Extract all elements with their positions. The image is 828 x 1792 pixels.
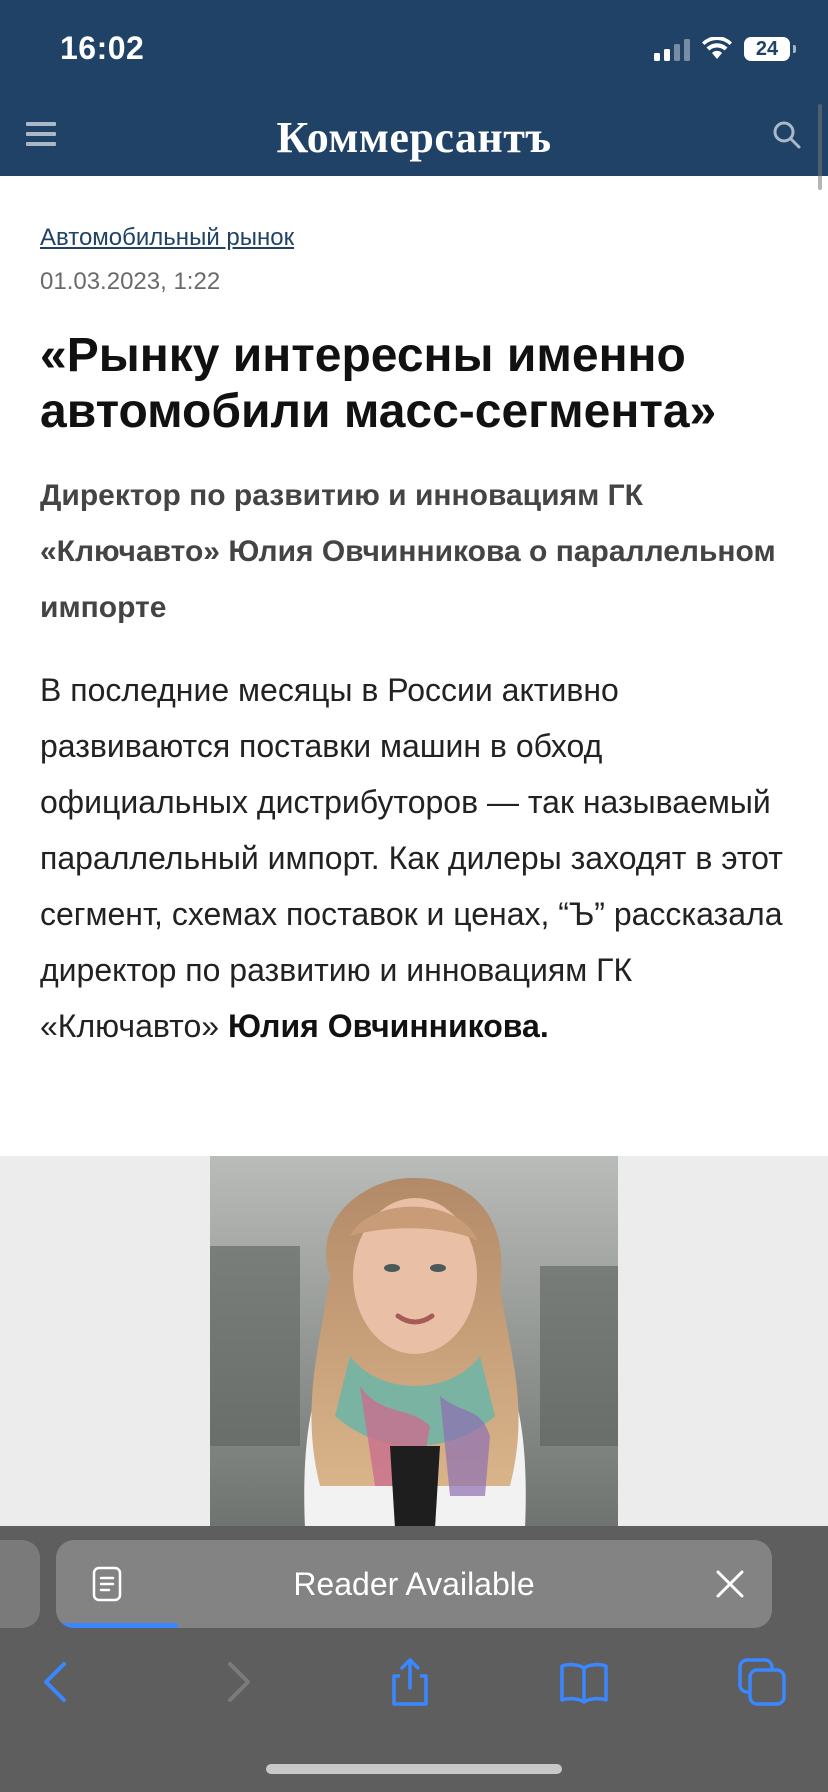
article: Автомобильный рынок 01.03.2023, 1:22 «Ры… <box>40 224 800 1054</box>
reader-available-bar[interactable]: Reader Available <box>56 1540 772 1628</box>
page-load-progress <box>56 1623 178 1628</box>
back-icon[interactable] <box>32 1656 84 1708</box>
close-icon[interactable] <box>714 1568 746 1600</box>
article-photo[interactable] <box>210 1156 618 1528</box>
reader-available-label[interactable]: Reader Available <box>56 1566 772 1603</box>
tabs-icon[interactable] <box>736 1656 788 1708</box>
scroll-indicator <box>818 104 822 190</box>
site-logo[interactable]: Коммерсантъ <box>0 112 828 163</box>
portrait-illustration <box>210 1156 618 1528</box>
article-body: В последние месяцы в России активно разв… <box>40 662 800 1054</box>
publish-date: 01.03.2023, 1:22 <box>40 268 221 295</box>
home-indicator[interactable] <box>266 1764 562 1774</box>
article-body-text: В последние месяцы в России активно разв… <box>40 672 783 1044</box>
status-time: 16:02 <box>60 30 145 66</box>
share-icon[interactable] <box>384 1656 436 1708</box>
site-header: 16:02 24 Коммерсантъ <box>0 0 828 176</box>
cellular-signal-icon <box>654 37 690 61</box>
wifi-icon <box>702 37 732 59</box>
previous-tab-pill[interactable] <box>0 1540 40 1628</box>
category-link[interactable]: Автомобильный рынок <box>40 224 294 252</box>
search-icon[interactable] <box>772 120 802 150</box>
status-icons: 24 <box>654 34 796 64</box>
forward-icon[interactable] <box>210 1656 262 1708</box>
bookmarks-icon[interactable] <box>558 1656 610 1708</box>
article-lead: Директор по развитию и инновациям ГК «Кл… <box>40 479 776 624</box>
battery-icon: 24 <box>744 37 796 61</box>
article-headline: «Рынку интересны именно автомобили масс-… <box>40 329 717 438</box>
interviewee-name: Юлия Овчинникова. <box>227 1008 549 1044</box>
